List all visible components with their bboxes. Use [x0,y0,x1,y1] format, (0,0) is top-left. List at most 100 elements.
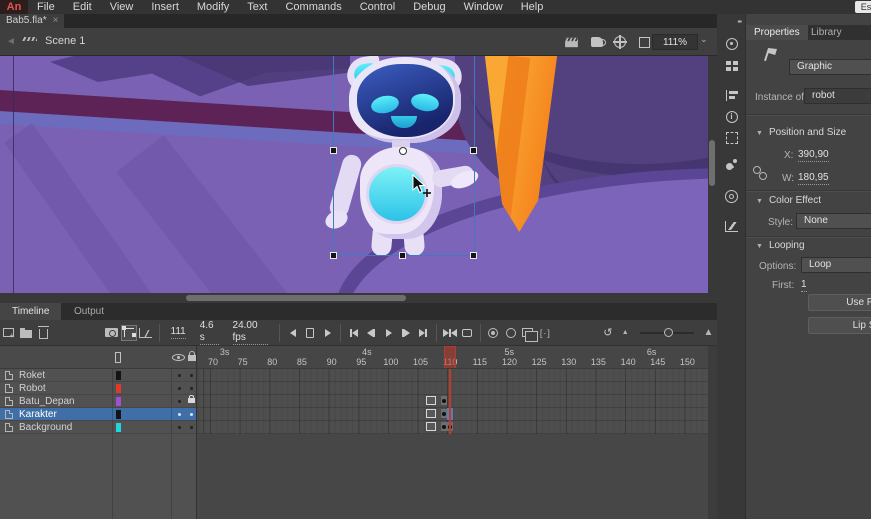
onion-skin-button[interactable] [485,323,502,343]
selection-handle-left[interactable] [330,147,337,154]
frame-row-karakter[interactable] [197,408,708,421]
instance-name-field[interactable]: robot [804,88,871,104]
layer-visibility-dot[interactable] [178,374,181,377]
empty-keyframe[interactable] [426,409,436,418]
align-panel-icon[interactable] [724,88,739,103]
w-value[interactable]: 180,95 [798,172,829,185]
section-color-effect[interactable]: Color Effect [756,195,821,206]
menu-item-control[interactable]: Control [351,0,404,14]
stage-zoom-value[interactable]: 111% [652,34,698,50]
onion-outline-button[interactable] [502,323,519,343]
empty-keyframe[interactable] [426,396,436,405]
layer-lock-dot[interactable] [190,387,193,390]
show-parenting-button[interactable] [120,323,137,343]
info-panel-icon[interactable]: i [724,109,739,124]
empty-keyframe[interactable] [426,422,436,431]
selection-handle-right[interactable] [470,147,477,154]
selection-handle-bottom-mid[interactable] [399,252,406,259]
layer-lock-icon[interactable] [188,398,195,403]
timeline-vertical-scrollbar[interactable] [708,346,717,519]
edit-scene-icon[interactable] [563,35,579,49]
frame-ruler[interactable]: 3s4s5s6s70758085909510010511011512012513… [197,346,708,369]
layer-outline-color[interactable] [116,384,121,393]
rotation-tool-icon[interactable] [589,35,605,49]
tab-library[interactable]: Library [803,25,850,40]
tab-properties[interactable]: Properties [746,25,808,40]
stage-canvas[interactable] [0,56,708,293]
frame-row-roket[interactable] [197,369,708,382]
section-position-size[interactable]: Position and Size [756,127,846,138]
brush-library-panel-icon[interactable] [724,157,739,172]
selection-handle-bottom-right[interactable] [470,252,477,259]
layer-lock-dot[interactable] [190,413,193,416]
menu-item-edit[interactable]: Edit [64,0,101,14]
playhead[interactable] [444,346,456,369]
menu-item-help[interactable]: Help [512,0,553,14]
last-frame-button[interactable] [415,323,432,343]
center-playhead-button[interactable] [441,323,458,343]
frame-row-batu_depan[interactable] [197,395,708,408]
document-tab[interactable]: Bab5.fla* × [0,14,64,28]
frame-row-background[interactable] [197,421,708,434]
frame-row-robot[interactable] [197,382,708,395]
color-style-dropdown[interactable]: None [796,213,871,229]
layer-visibility-dot[interactable] [178,400,181,403]
cc-libraries-panel-icon[interactable] [724,189,739,204]
collapse-panels-icon[interactable]: ▪▪ [737,17,741,26]
layer-outline-color[interactable] [116,371,121,380]
robot-head[interactable] [349,57,461,143]
tab-timeline[interactable]: Timeline [0,303,61,320]
horizontal-scrollbar[interactable] [0,293,717,303]
vertical-scrollbar[interactable] [708,56,717,293]
section-looping[interactable]: Looping [756,240,805,251]
current-frame-value[interactable]: 111 [171,326,186,339]
layer-outline-color[interactable] [116,423,121,432]
layer-outline-color[interactable] [116,397,121,406]
elapsed-time-value[interactable]: 4.6 s [200,320,219,345]
menu-item-file[interactable]: File [28,0,64,14]
properties-panel-icon[interactable] [724,36,739,51]
layer-visibility-dot[interactable] [178,387,181,390]
layer-row-background[interactable]: Background [0,421,197,434]
lip-syncing-button[interactable]: Lip S [808,317,871,334]
back-icon[interactable]: ◄ [6,36,16,47]
play-forward-button[interactable] [319,323,336,343]
zoom-in-frames-icon[interactable]: ▲ [700,323,717,343]
clip-content-icon[interactable] [636,35,652,49]
selection-edge-right[interactable] [474,56,475,255]
transform-panel-icon[interactable] [724,130,739,145]
reset-timeline-zoom-button[interactable]: ↺ [599,323,616,343]
lock-column-icon[interactable] [188,355,196,361]
menu-item-debug[interactable]: Debug [404,0,454,14]
menu-item-view[interactable]: View [101,0,143,14]
menu-item-insert[interactable]: Insert [142,0,188,14]
step-back-button[interactable] [363,323,380,343]
first-frame-value[interactable]: 1 [801,279,807,292]
library-panel-icon[interactable] [724,58,739,73]
delete-layer-button[interactable] [35,323,52,343]
layer-outline-color[interactable] [116,410,121,419]
layer-row-batu_depan[interactable]: Batu_Depan [0,395,197,408]
workspace-badge[interactable]: Es [855,1,871,13]
layer-row-robot[interactable]: Robot [0,382,197,395]
outline-color-column-icon[interactable] [115,352,121,363]
close-icon[interactable]: × [53,14,59,28]
menu-item-window[interactable]: Window [455,0,512,14]
center-stage-icon[interactable] [612,35,628,49]
selection-handle-bottom-left[interactable] [330,252,337,259]
layer-lock-dot[interactable] [190,374,193,377]
transform-origin-point[interactable] [399,147,407,155]
zoom-out-frames-icon[interactable]: ▲ [617,323,634,343]
timeline-zoom-slider[interactable] [640,332,694,334]
menu-item-text[interactable]: Text [238,0,276,14]
first-frame-button[interactable] [345,323,362,343]
stop-button[interactable] [302,323,319,343]
layer-visibility-dot[interactable] [178,413,181,416]
new-layer-button[interactable] [0,323,17,343]
add-camera-button[interactable] [103,323,120,343]
horizontal-scrollbar-thumb[interactable] [186,295,406,301]
play-button[interactable] [380,323,397,343]
visibility-column-icon[interactable] [172,354,185,361]
link-dimensions-icon[interactable] [753,166,767,180]
loop-options-dropdown[interactable]: Loop [801,257,871,273]
